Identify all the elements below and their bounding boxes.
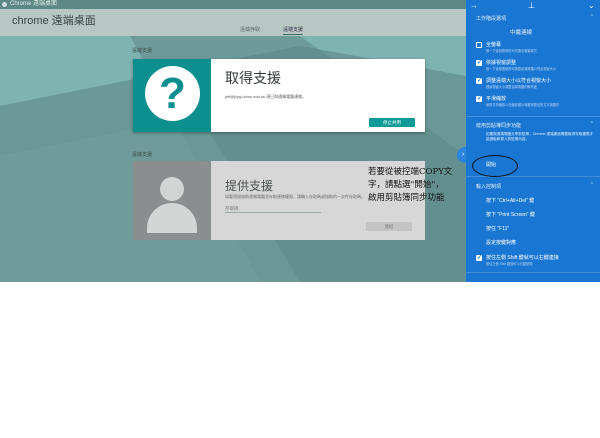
section-label-give-support: 遠端支援: [132, 152, 153, 158]
window-title-bar: Chrome 遠端桌面: [0, 0, 466, 9]
smooth-scaling-label: 平滑縮放: [486, 96, 507, 102]
smooth-scaling-checkbox[interactable]: [476, 95, 482, 102]
question-mark-icon: ?: [145, 66, 200, 121]
smooth-scaling-sublabel: 使用平滑縮放以在縮放顯示時獲得更佳的文字與圖形: [486, 103, 560, 107]
give-support-title: 提供支援: [225, 179, 274, 193]
divider: [466, 116, 600, 117]
window-title: Chrome 遠端桌面: [10, 1, 58, 7]
fit-window-sublabel: 按一下這個按鈕即可調整遠端電腦以符合視窗大小: [486, 67, 557, 71]
fullscreen-checkbox[interactable]: [476, 42, 482, 48]
chevron-down-icon[interactable]: ⌄: [588, 1, 595, 10]
screen: Chrome 遠端桌面 chrome 遠端桌面 遠端存取 遠端支援 遠端支援 ?…: [0, 0, 600, 282]
person-icon-body: [147, 203, 197, 233]
tab-remote-access[interactable]: 遠端存取: [240, 26, 260, 33]
give-support-description: 如要透過協助遠端電腦並存取連線權限，請輸入存取碼或協助的一次性存取碼。: [225, 194, 365, 199]
annotation-note: 若要從被控端COPY文 字，請點選"開始"， 啟用剪貼簿同步功能: [368, 166, 452, 205]
send-ctrl-alt-del[interactable]: 按下 "Ctrl+Alt+Del" 鍵: [486, 197, 534, 204]
session-options-panel: → ⊥ ⌄ 工作階段選項 ⌃ 中繼連線 全螢幕 按一下這個按鈕即可切換全螢幕模式…: [466, 0, 600, 282]
section-label-remote-support: 遠端支援: [132, 48, 153, 54]
fullscreen-label: 全螢幕: [486, 42, 502, 48]
annotation-line: 若要從被控端COPY文: [368, 167, 453, 177]
annotation-line: 啟用剪貼簿同步功能: [368, 193, 445, 203]
configure-key-mappings[interactable]: 設定按鍵對應: [486, 239, 516, 246]
chevron-up-icon[interactable]: ⌃: [590, 14, 594, 20]
fullscreen-sublabel: 按一下這個按鈕即可切換全螢幕模式: [486, 49, 537, 53]
right-click-checkbox[interactable]: [476, 254, 482, 261]
section-input-controls: 輸入控制項: [476, 184, 502, 190]
divider: [466, 272, 600, 273]
right-click-label: 按住左側 Shift 鍵就可以右鍵連接: [486, 255, 559, 261]
arrow-right-icon[interactable]: →: [470, 1, 478, 10]
pin-icon[interactable]: ⊥: [528, 1, 535, 10]
fit-window-checkbox[interactable]: [476, 59, 482, 66]
connect-button[interactable]: 連結: [366, 222, 412, 231]
fit-window-label: 依據視窗調整: [486, 60, 517, 66]
get-support-title: 取得支援: [225, 70, 281, 86]
send-f11[interactable]: 按住 "F11": [486, 225, 509, 232]
send-print-screen[interactable]: 按下 "Print Screen" 鍵: [486, 211, 535, 218]
right-click-sublabel: 按住左側 Shift 鍵就可以右鍵點按: [486, 262, 533, 266]
chevron-up-icon[interactable]: ⌃: [590, 182, 594, 188]
get-support-description: jeff@jhjsp.kimu.edu.tw 現已與遠端電腦連線。: [225, 94, 307, 99]
resize-remote-checkbox[interactable]: [476, 77, 482, 84]
section-session-options: 工作階段選項: [476, 16, 507, 22]
chevron-up-icon[interactable]: ⌃: [590, 121, 594, 127]
access-code-input[interactable]: 存取碼: [225, 206, 321, 213]
app-icon: [2, 2, 7, 7]
panel-toolbar: → ⊥ ⌄: [466, 0, 600, 11]
app-title: chrome 遠端桌面: [12, 15, 96, 27]
annotation-circle: [472, 155, 518, 177]
app-header: chrome 遠端桌面 遠端存取 遠端支援: [0, 9, 466, 36]
display-mode-label: 中繼連線: [510, 30, 533, 36]
stop-sharing-button[interactable]: 停止共用: [369, 118, 415, 127]
tab-remote-support[interactable]: 遠端支援: [283, 26, 304, 35]
person-icon: [160, 177, 184, 201]
resize-remote-sublabel: 根據視窗大小調整遠端電腦的解析度: [486, 85, 537, 89]
give-support-media: [133, 161, 211, 240]
section-clipboard: 啟用剪貼簿同步功能: [476, 123, 522, 129]
get-support-media: ?: [133, 59, 211, 132]
resize-remote-label: 調整遠端大小以符合視窗大小: [486, 78, 552, 84]
annotation-line: 字，請點選"開始"，: [368, 180, 444, 190]
clipboard-description: 如要與遠端電腦分享剪貼簿，Chrome 遠端桌面需要取得存取權限才能讀取和寫入剪…: [486, 132, 594, 141]
get-support-card: ? 取得支援 jeff@jhjsp.kimu.edu.tw 現已與遠端電腦連線。…: [133, 59, 425, 132]
